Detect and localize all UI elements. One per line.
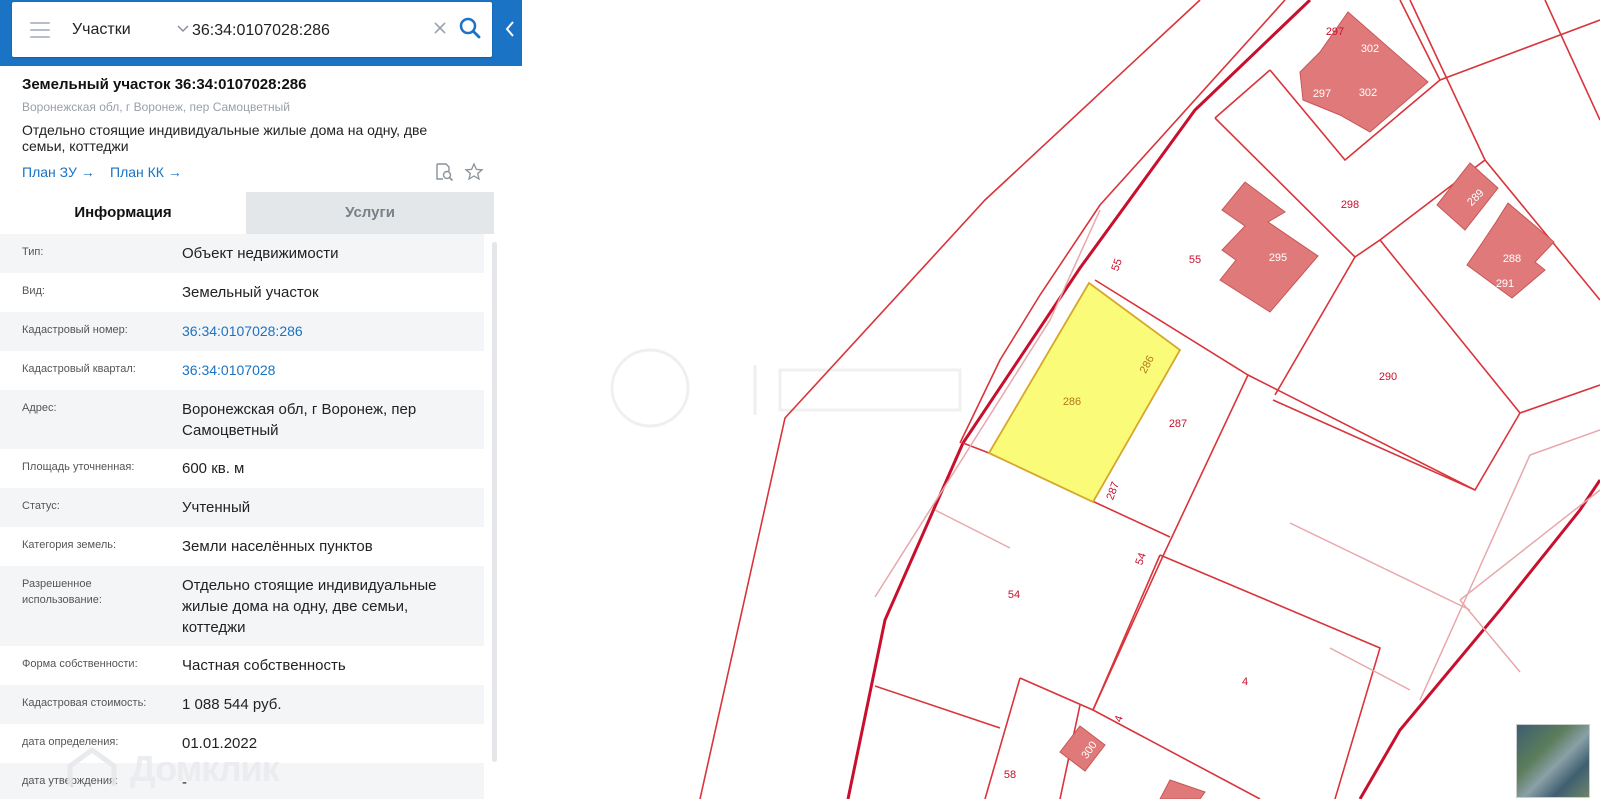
row-label: дата определения: [22,736,119,748]
info-row-address: Адрес: Воронежская обл, г Воронеж, пер С… [0,390,484,449]
row-label: Статус: [22,500,60,512]
info-row-area: Площадь уточненная: 600 кв. м [0,449,484,488]
parcel-title: Земельный участок 36:34:0107028:286 [22,76,307,93]
row-value: Воронежская обл, г Воронеж, пер Самоцвет… [182,401,417,439]
map-label: 286 [1063,396,1081,408]
info-row-cadastral-value: Кадастровая стоимость: 1 088 544 руб. [0,685,484,724]
row-value: Земельный участок [182,284,319,301]
layer-select-label: Участки [72,21,131,38]
search-icon[interactable] [458,16,482,40]
map-label: 290 [1379,371,1397,383]
row-value: Учтенный [182,499,251,516]
map-label: 55 [1189,254,1201,266]
chevron-down-icon [176,19,190,41]
row-value: Частная собственность [182,657,346,674]
satellite-layer-button[interactable] [1516,724,1590,798]
parcel-purpose: Отдельно стоящие индивидуальные жилые до… [22,122,428,154]
row-value: Объект недвижимости [182,245,339,262]
info-row-status: Статус: Учтенный [0,488,484,527]
search-header: Участки [0,0,522,66]
map-label: 4 [1242,676,1248,688]
map-label: 54 [1008,589,1020,601]
star-icon[interactable] [464,162,484,182]
tabs: Информация Услуги [0,192,494,234]
row-label: Вид: [22,285,45,297]
info-row-land-category: Категория земель: Земли населённых пункт… [0,527,484,566]
row-label: Категория земель: [22,539,117,551]
row-label: Кадастровая стоимость: [22,697,147,709]
row-label: Тип: [22,246,44,258]
info-panel: Земельный участок 36:34:0107028:286 Воро… [0,66,506,799]
parcel-address: Воронежская обл, г Воронеж, пер Самоцвет… [22,100,290,114]
row-value: 1 088 544 руб. [182,696,282,713]
row-label: дата утверждения: [22,775,119,787]
collapse-panel-button[interactable] [498,0,522,66]
map-label: 298 [1341,199,1359,211]
info-panel-content: Земельный участок 36:34:0107028:286 Воро… [0,66,494,799]
row-value: Земли населённых пунктов [182,538,373,555]
info-row-type: Тип: Объект недвижимости [0,234,484,273]
menu-icon[interactable] [30,22,50,38]
map-label: 297 [1313,88,1331,100]
row-label: Кадастровый номер: [22,324,128,336]
row-value: 01.01.2022 [182,735,258,752]
scrollbar[interactable] [492,242,497,762]
info-row-determination-date: дата определения: 01.01.2022 [0,724,484,763]
cadastral-quarter-link[interactable]: 36:34:0107028 [182,360,474,381]
layer-select[interactable]: Участки [72,19,190,41]
tab-services[interactable]: Услуги [246,192,494,234]
search-input[interactable] [190,14,422,48]
row-value: 600 кв. м [182,460,245,477]
map-label: 302 [1359,87,1377,99]
row-label: Форма собственности: [22,658,138,670]
map-label: 287 [1169,418,1187,430]
row-value: Отдельно стоящие индивидуальные жилые до… [182,577,437,636]
info-row-ownership: Форма собственности: Частная собственнос… [0,646,484,685]
info-row-kind: Вид: Земельный участок [0,273,484,312]
map-label: 302 [1361,43,1379,55]
row-label: Кадастровый квартал: [22,363,136,375]
document-search-icon[interactable] [434,162,454,182]
info-table: Тип: Объект недвижимости Вид: Земельный … [0,234,484,799]
map-label: 291 [1496,278,1514,290]
info-row-cadastral-number: Кадастровый номер: 36:34:0107028:286 [0,312,484,351]
map-label: 58 [1004,769,1016,781]
info-row-permitted-use: Разрешенное использование: Отдельно стоя… [0,566,484,646]
info-row-cadastral-quarter: Кадастровый квартал: 36:34:0107028 [0,351,484,390]
map-label: 288 [1503,253,1521,265]
map-label: 297 [1326,26,1344,38]
plan-kk-link[interactable]: План КК → [110,164,182,180]
search-box: Участки [12,2,492,57]
close-icon[interactable] [430,16,450,40]
row-label: Площадь уточненная: [22,461,135,473]
tab-info[interactable]: Информация [0,192,246,234]
row-label: Адрес: [22,402,57,414]
info-row-approval-date: дата утверждения: - [0,763,484,799]
map-label: 295 [1269,252,1287,264]
row-value: - [182,774,187,791]
row-label: Разрешенное использование: [22,578,102,606]
cadastral-number-link[interactable]: 36:34:0107028:286 [182,321,474,342]
plan-zu-link[interactable]: План ЗУ → [22,164,95,180]
